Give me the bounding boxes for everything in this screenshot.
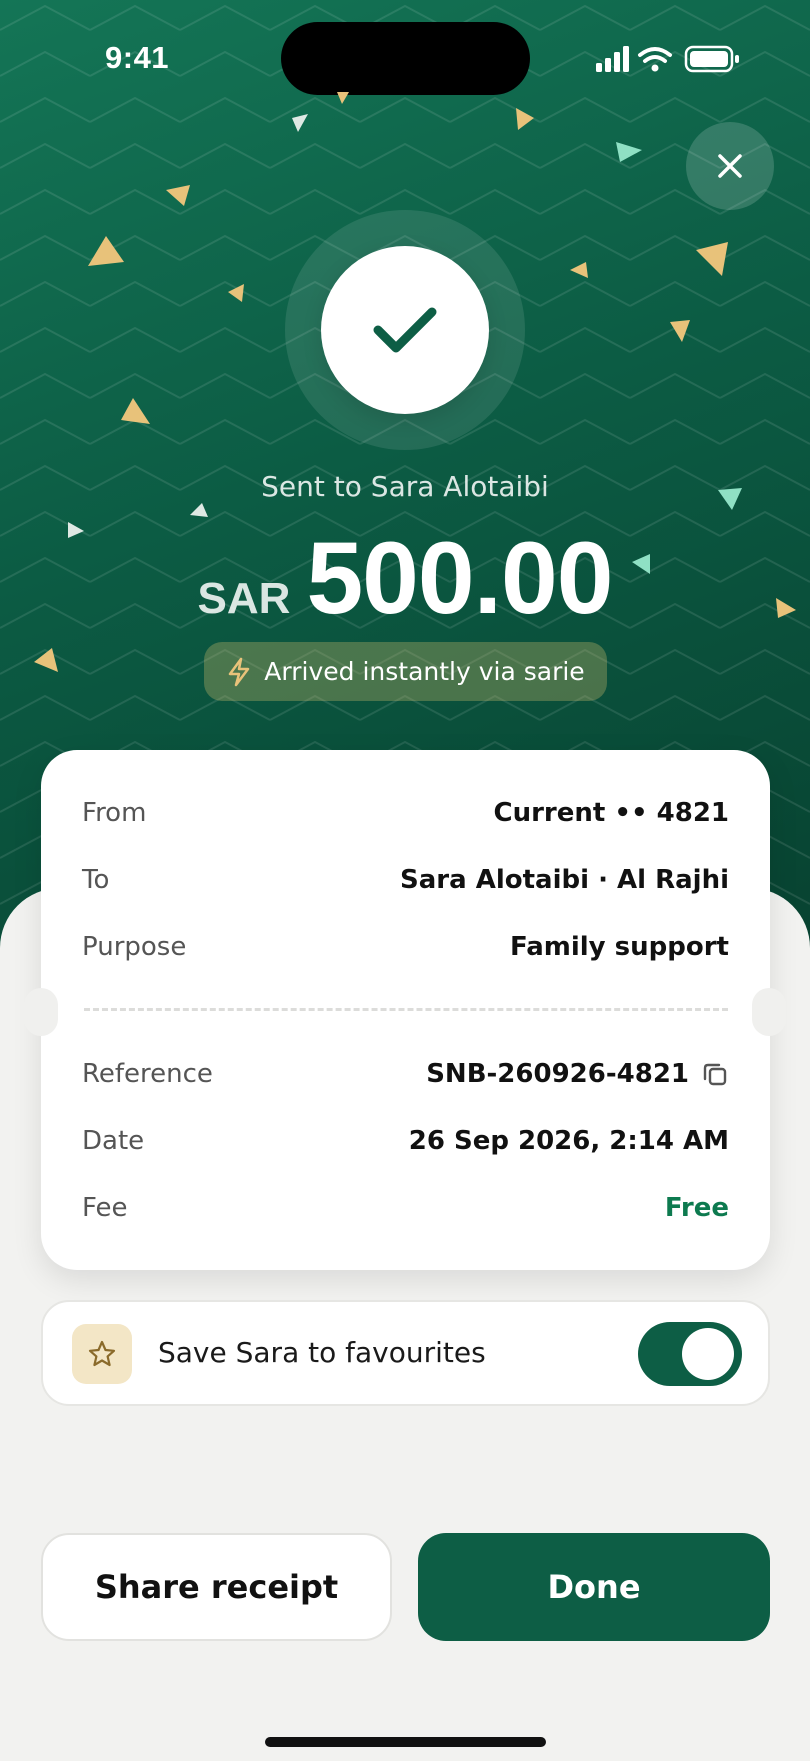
perforated-divider [84, 1008, 728, 1011]
amount-value: 500.00 [306, 521, 613, 635]
amount: SAR 500.00 [0, 520, 810, 637]
instant-note: Arrived instantly via sarie [264, 657, 585, 686]
star-icon [88, 1340, 116, 1367]
instant-transfer-badge: Arrived instantly via sarie [204, 642, 607, 701]
save-favourite-row[interactable]: Save Sara to favourites [41, 1300, 770, 1406]
share-receipt-button[interactable]: Share receipt [41, 1533, 392, 1641]
detail-label: Purpose [82, 932, 187, 962]
detail-label: Date [82, 1126, 145, 1156]
detail-value: Sara Alotaibi · Al Rajhi [400, 865, 729, 895]
star-badge [72, 1324, 132, 1384]
favourite-label: Save Sara to favourites [158, 1336, 486, 1369]
check-icon [373, 307, 437, 353]
success-badge [321, 246, 489, 414]
card-notch-right [752, 988, 786, 1036]
detail-row-to: To Sara Alotaibi · Al Rajhi [82, 865, 729, 895]
home-indicator [265, 1737, 546, 1747]
close-button[interactable] [686, 122, 774, 210]
detail-value: 26 Sep 2026, 2:14 AM [408, 1126, 729, 1156]
detail-label: Reference [82, 1059, 213, 1089]
detail-row-reference: Reference SNB-260926-4821 [82, 1059, 729, 1089]
favourite-toggle[interactable] [638, 1322, 742, 1386]
detail-row-date: Date 26 Sep 2026, 2:14 AM [82, 1126, 729, 1156]
detail-label: To [82, 865, 110, 895]
recipient-line: Sent to Sara Alotaibi [261, 470, 549, 503]
reference-value: SNB-260926-4821 [426, 1059, 689, 1089]
currency-code: SAR [197, 574, 291, 623]
detail-row-purpose: Purpose Family support [82, 932, 729, 962]
detail-row-fee: Fee Free [82, 1193, 729, 1223]
detail-value: Current •• 4821 [493, 798, 729, 828]
detail-label: From [82, 798, 147, 828]
close-icon [718, 154, 742, 178]
detail-row-from: From Current •• 4821 [82, 798, 729, 828]
copy-icon[interactable] [701, 1060, 729, 1088]
done-button[interactable]: Done [418, 1533, 770, 1641]
card-notch-left [24, 988, 58, 1036]
detail-label: Fee [82, 1193, 128, 1223]
reference-copy[interactable]: SNB-260926-4821 [426, 1059, 729, 1089]
detail-value: Family support [509, 932, 729, 962]
fee-value: Free [664, 1193, 729, 1223]
lightning-icon [229, 657, 250, 686]
toggle-knob [682, 1328, 734, 1380]
